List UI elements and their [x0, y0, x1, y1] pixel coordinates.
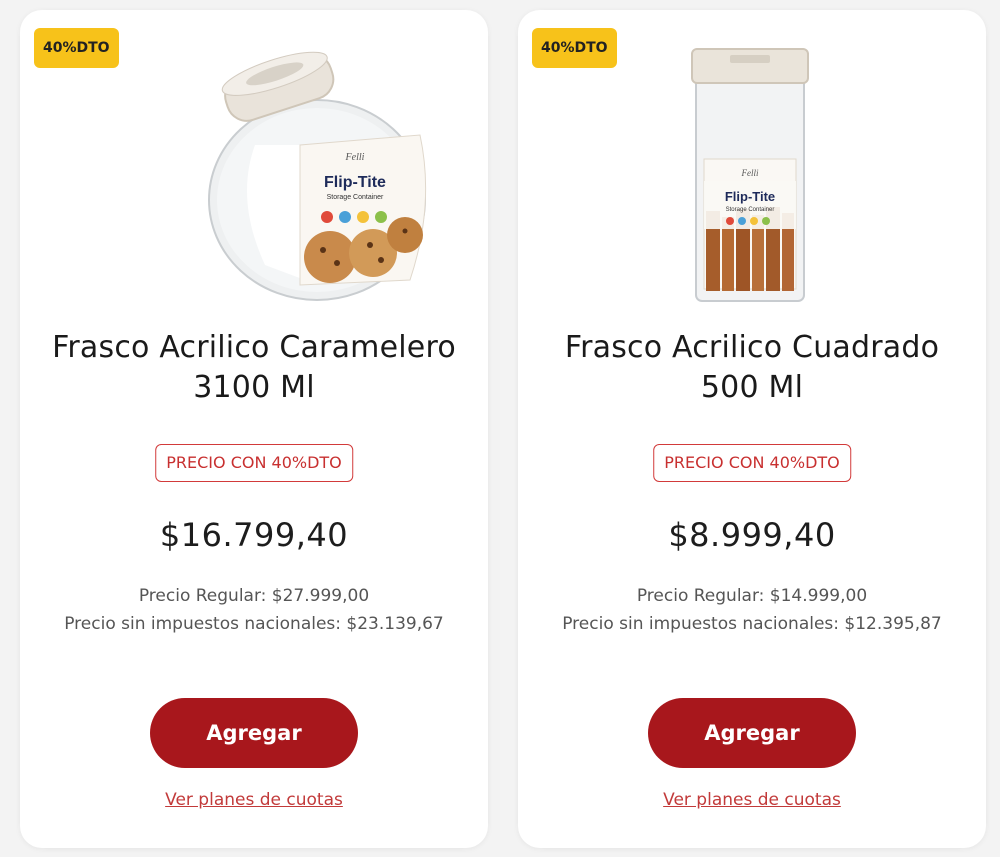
regular-price: Precio Regular: $27.999,00 — [138, 586, 370, 606]
product-card: 40%DTO Felli Flip-Tite Storage Container… — [518, 10, 986, 848]
product-price: $8.999,40 — [668, 516, 836, 554]
discount-price-tag: PRECIO CON 40%DTO — [155, 444, 353, 482]
brand-text: Felli — [741, 168, 759, 178]
no-tax-price: Precio sin impuestos nacionales: $23.139… — [64, 614, 444, 634]
label-text: Flip-Tite — [725, 189, 775, 204]
sublabel-text: Storage Container — [327, 194, 384, 201]
regular-price: Precio Regular: $14.999,00 — [636, 586, 868, 606]
no-tax-price: Precio sin impuestos nacionales: $12.395… — [562, 614, 942, 634]
product-title[interactable]: Frasco Acrilico Caramelero 3100 Ml — [20, 328, 488, 408]
product-title[interactable]: Frasco Acrilico Cuadrado 500 Ml — [518, 328, 986, 408]
product-image[interactable]: Felli Flip-Tite Storage Container — [518, 35, 986, 305]
discount-price-tag: PRECIO CON 40%DTO — [653, 444, 851, 482]
product-grid: 40%DTO Felli Flip-Tite Storage Container — [0, 0, 1000, 857]
label-text: Flip-Tite — [324, 174, 386, 191]
product-price: $16.799,40 — [159, 516, 349, 554]
product-title-line-2: 3100 Ml — [193, 370, 315, 405]
product-card: 40%DTO Felli Flip-Tite Storage Container — [20, 10, 488, 848]
installment-plans-link[interactable]: Ver planes de cuotas — [518, 790, 986, 810]
brand-text: Felli — [345, 152, 365, 163]
product-image[interactable]: Felli Flip-Tite Storage Container — [20, 35, 488, 305]
square-jar-image: Felli Flip-Tite Storage Container — [691, 48, 809, 302]
installment-plans-link[interactable]: Ver planes de cuotas — [20, 790, 488, 810]
product-title-line-1: Frasco Acrilico Cuadrado — [564, 330, 940, 365]
add-to-cart-button[interactable]: Agregar — [648, 698, 856, 768]
round-jar-image: Felli Flip-Tite Storage Container — [208, 51, 427, 301]
add-to-cart-button[interactable]: Agregar — [150, 698, 358, 768]
product-title-line-1: Frasco Acrilico Caramelero — [52, 330, 456, 365]
sublabel-text: Storage Container — [726, 207, 775, 213]
product-title-line-2: 500 Ml — [700, 370, 804, 405]
